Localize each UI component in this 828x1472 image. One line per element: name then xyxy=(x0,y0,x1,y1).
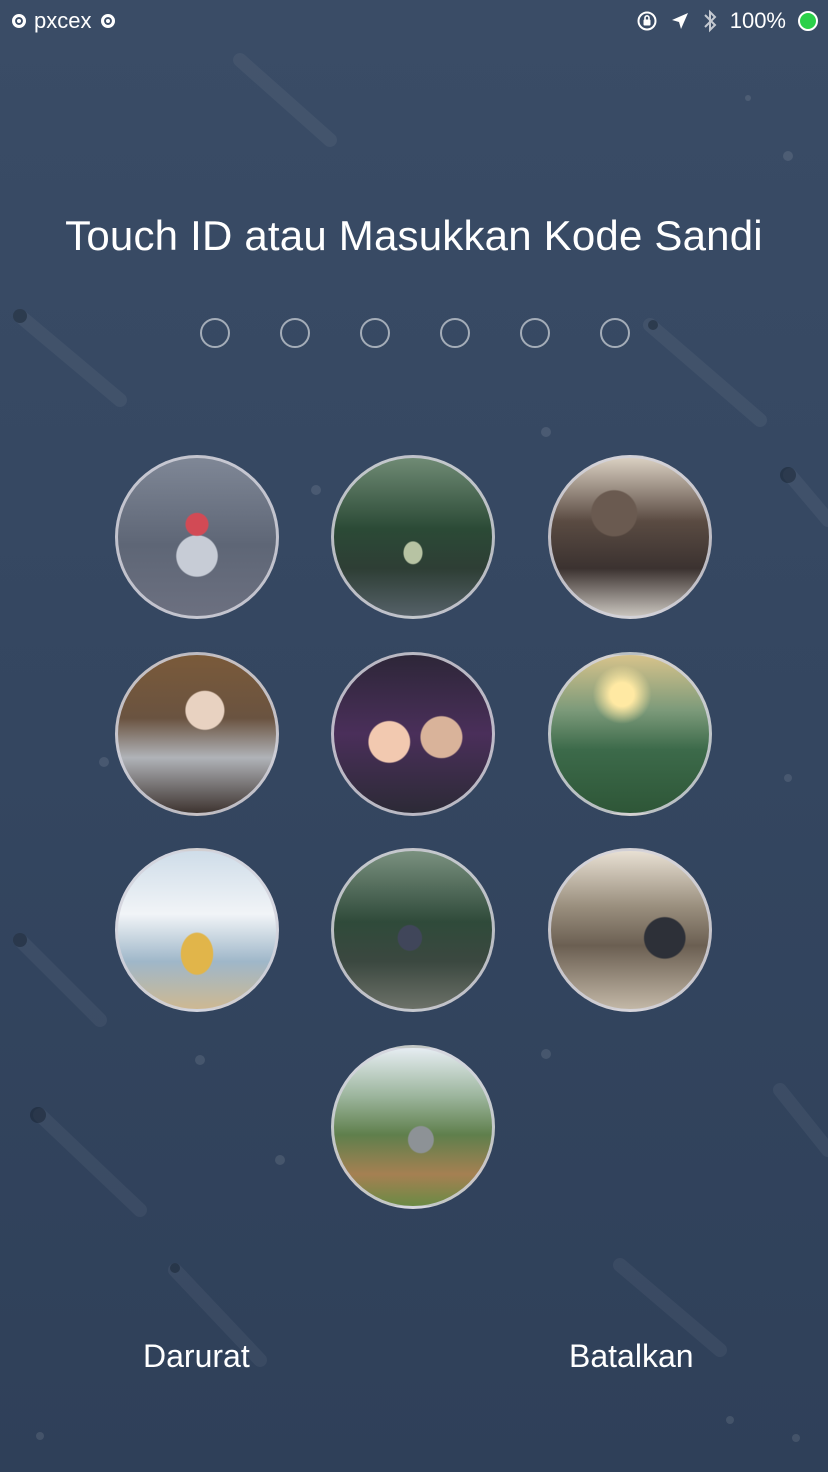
status-bar-left: pxcex xyxy=(12,8,116,34)
keypad-key-5[interactable]: 5 xyxy=(331,652,495,816)
keypad-key-0[interactable]: 0 xyxy=(331,1045,495,1209)
status-bar-right: 100% xyxy=(636,8,818,34)
passcode-dot xyxy=(360,318,390,348)
keypad-key-9[interactable]: 9 xyxy=(548,848,712,1012)
passcode-dot xyxy=(520,318,550,348)
keypad-key-6[interactable]: 6 xyxy=(548,652,712,816)
wifi-indicator-icon xyxy=(101,14,116,28)
bluetooth-icon xyxy=(704,9,717,33)
keypad-key-1[interactable]: 1 xyxy=(115,455,279,619)
keypad-key-4[interactable]: 4 xyxy=(115,652,279,816)
location-arrow-icon xyxy=(671,13,688,29)
lock-title: Touch ID atau Masukkan Kode Sandi xyxy=(65,212,763,259)
carrier-name: pxcex xyxy=(34,8,92,33)
passcode-dot xyxy=(440,318,470,348)
status-bar: pxcex 100% xyxy=(0,0,828,40)
signal-indicator-icon xyxy=(12,14,26,28)
keypad-key-8[interactable]: 8 xyxy=(331,848,495,1012)
orientation-lock-icon xyxy=(637,11,657,31)
passcode-dot xyxy=(280,318,310,348)
passcode-dot xyxy=(600,318,630,348)
battery-icon xyxy=(798,11,818,31)
keypad-key-2[interactable]: 2 xyxy=(331,455,495,619)
emergency-button[interactable]: Darurat xyxy=(143,1338,250,1375)
battery-percent: 100% xyxy=(729,8,786,33)
passcode-indicator xyxy=(200,318,630,348)
cancel-button[interactable]: Batalkan xyxy=(569,1338,694,1375)
keypad-key-3[interactable]: 3 xyxy=(548,455,712,619)
passcode-dot xyxy=(200,318,230,348)
keypad-key-7[interactable]: 7 xyxy=(115,848,279,1012)
